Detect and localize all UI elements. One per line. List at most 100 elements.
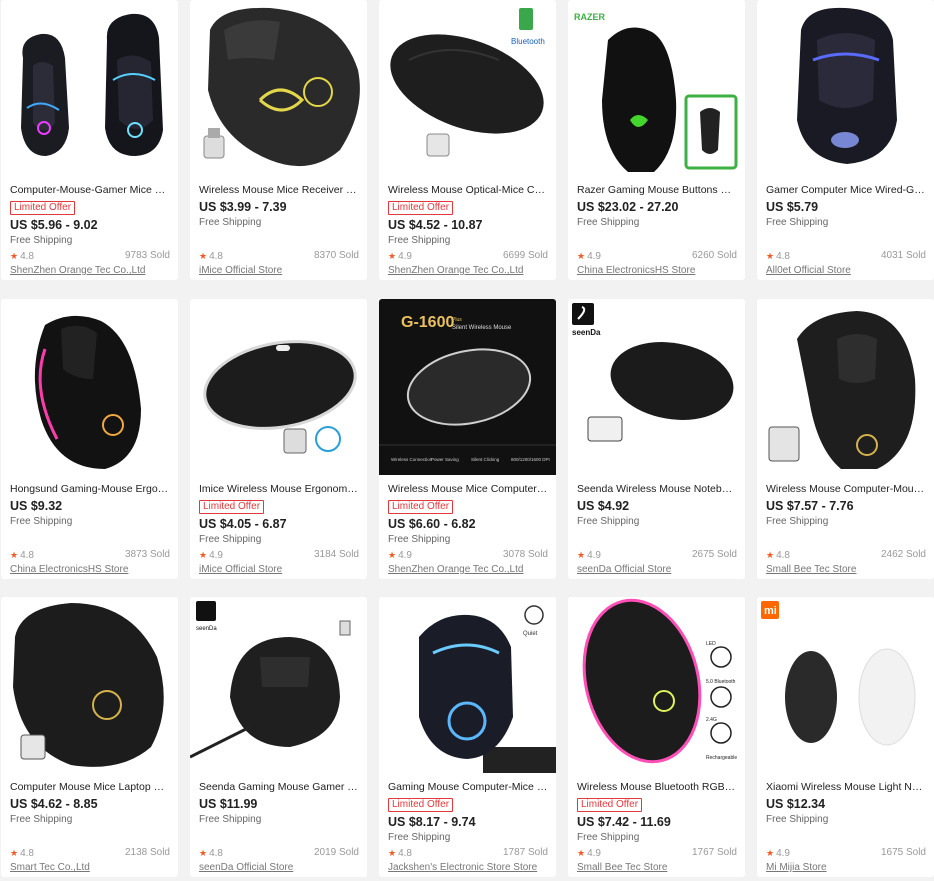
sold-count: 2138 Sold: [124, 847, 170, 858]
product-image[interactable]: Quiet: [379, 597, 556, 773]
product-image[interactable]: [1, 299, 178, 475]
store-link[interactable]: ShenZhen Orange Tec Co.,Ltd: [10, 265, 170, 277]
product-image[interactable]: LED 5.0 Bluetooth 2.4G Rechargeable: [568, 597, 745, 773]
product-image[interactable]: seenDa: [190, 597, 367, 773]
svg-text:Bluetooth: Bluetooth: [511, 37, 545, 46]
rating-value: 4.8: [20, 550, 34, 561]
product-card[interactable]: LED 5.0 Bluetooth 2.4G Rechargeable Wireles…: [568, 597, 745, 877]
product-title[interactable]: Gamer Computer Mice Wired-Gaming: [766, 183, 926, 197]
svg-text:LED: LED: [706, 641, 716, 647]
product-image[interactable]: Bluetooth: [379, 0, 556, 176]
product-card[interactable]: G-1600 Plus Silent Wireless Mouse Wirele…: [379, 299, 556, 579]
product-title[interactable]: Xiaomi Wireless Mouse Light Notebook: [766, 780, 926, 794]
product-image[interactable]: mi: [757, 597, 934, 773]
product-title[interactable]: Wireless Mouse Mice Computer Laptop: [388, 482, 548, 496]
store-link[interactable]: iMice Official Store: [199, 564, 359, 576]
star-icon: ★: [388, 251, 397, 261]
product-price: US $6.60 - 6.82: [388, 517, 476, 531]
rating-value: 4.9: [209, 550, 223, 561]
shipping-info: Free Shipping: [766, 217, 829, 228]
product-card[interactable]: seenDa Seenda Wireless Mouse Notebook Mi…: [568, 299, 745, 579]
product-card[interactable]: Wireless Mouse Mice Receiver Ergonomic U…: [190, 0, 367, 280]
rating: ★ 4.8: [10, 847, 34, 860]
store-link[interactable]: All0et Official Store: [766, 265, 926, 277]
rating: ★ 4.9: [199, 549, 223, 562]
sold-count: 1787 Sold: [502, 847, 548, 858]
store-link[interactable]: China ElectronicsHS Store: [10, 564, 170, 576]
store-link[interactable]: Small Bee Tec Store: [577, 862, 737, 874]
rating: ★ 4.8: [199, 847, 223, 860]
star-icon: ★: [199, 550, 208, 560]
store-link[interactable]: seenDa Official Store: [199, 862, 359, 874]
product-card[interactable]: Hongsund Gaming-Mouse Ergonomic US $9.32…: [1, 299, 178, 579]
svg-text:Silent Wireless Mouse: Silent Wireless Mouse: [452, 325, 512, 331]
store-link[interactable]: ShenZhen Orange Tec Co.,Ltd: [388, 564, 548, 576]
product-title[interactable]: Computer-Mouse-Gamer Mice Ergonomic: [10, 183, 170, 197]
product-title[interactable]: Hongsund Gaming-Mouse Ergonomic: [10, 482, 170, 496]
product-card[interactable]: Quiet Gaming Mouse Computer-Mice Wired L…: [379, 597, 556, 877]
rating-value: 4.8: [209, 251, 223, 262]
product-card[interactable]: Bluetooth Wireless Mouse Optical-Mice Co…: [379, 0, 556, 280]
store-link[interactable]: iMice Official Store: [199, 265, 359, 277]
rating-value: 4.9: [398, 251, 412, 262]
rating: ★ 4.9: [577, 250, 601, 263]
product-image[interactable]: G-1600 Plus Silent Wireless Mouse Wirele…: [379, 299, 556, 475]
product-image[interactable]: RAZER: [568, 0, 745, 176]
product-image[interactable]: [190, 299, 367, 475]
product-price: US $4.05 - 6.87: [199, 517, 287, 531]
rating-value: 4.9: [776, 848, 790, 859]
product-card[interactable]: mi Xiaomi Wireless Mouse Light Notebook …: [757, 597, 934, 877]
sold-count: 2019 Sold: [313, 847, 359, 858]
product-card[interactable]: seenDa Seenda Gaming Mouse Gamer Laptop …: [190, 597, 367, 877]
product-title[interactable]: Razer Gaming Mouse Buttons Mice: [577, 183, 737, 197]
star-icon: ★: [10, 550, 19, 560]
product-title[interactable]: Seenda Wireless Mouse Notebook Mice: [577, 482, 737, 496]
product-image[interactable]: [1, 597, 178, 773]
product-title[interactable]: Seenda Gaming Mouse Gamer Laptop: [199, 780, 359, 794]
product-image[interactable]: [757, 0, 934, 176]
product-image[interactable]: [190, 0, 367, 176]
store-link[interactable]: Jackshen's Electronic Store Store: [388, 862, 548, 874]
store-link[interactable]: seenDa Official Store: [577, 564, 737, 576]
seenda-gaming-mouse-icon: seenDa: [190, 597, 367, 773]
store-link[interactable]: China ElectronicsHS Store: [577, 265, 737, 277]
product-title[interactable]: Computer Mouse Mice Laptop Ghz Wireless: [10, 780, 170, 794]
svg-text:RAZER: RAZER: [574, 12, 605, 22]
svg-text:G-1600: G-1600: [401, 314, 454, 331]
product-title[interactable]: Wireless Mouse Optical-Mice Computer: [388, 183, 548, 197]
store-link[interactable]: Small Bee Tec Store: [766, 564, 926, 576]
product-card[interactable]: RAZER Razer Gaming Mouse Buttons Mice US…: [568, 0, 745, 280]
product-image[interactable]: seenDa: [568, 299, 745, 475]
star-icon: ★: [199, 848, 208, 858]
rating-value: 4.8: [398, 848, 412, 859]
svg-text:Quiet: Quiet: [523, 631, 538, 637]
product-card[interactable]: Wireless Mouse Computer-Mouse-Ergonomic …: [757, 299, 934, 579]
product-image[interactable]: [1, 0, 178, 176]
product-card[interactable]: Computer Mouse Mice Laptop Ghz Wireless …: [1, 597, 178, 877]
store-link[interactable]: ShenZhen Orange Tec Co.,Ltd: [388, 265, 548, 277]
product-title[interactable]: Wireless Mouse Bluetooth RGB Rechargeabl…: [577, 780, 737, 794]
product-title[interactable]: Imice Wireless Mouse Ergonomic Laptop: [199, 482, 359, 496]
product-card[interactable]: Computer-Mouse-Gamer Mice Ergonomic Limi…: [1, 0, 178, 280]
product-title[interactable]: Wireless Mouse Computer-Mouse-Ergonomic: [766, 482, 926, 496]
store-link[interactable]: Smart Tec Co.,Ltd: [10, 862, 170, 874]
rating: ★ 4.8: [10, 250, 34, 263]
product-title[interactable]: Gaming Mouse Computer-Mice Wired: [388, 780, 548, 794]
rating-value: 4.8: [209, 848, 223, 859]
sold-count: 3873 Sold: [124, 549, 170, 560]
product-card[interactable]: Gamer Computer Mice Wired-Gaming US $5.7…: [757, 0, 934, 280]
product-image[interactable]: [757, 299, 934, 475]
razer-mouse-icon: RAZER: [568, 0, 745, 176]
shipping-info: Free Shipping: [766, 814, 829, 825]
rating-value: 4.9: [587, 251, 601, 262]
store-link[interactable]: Mi Mijia Store: [766, 862, 926, 874]
rgb-bluetooth-mouse-icon: LED 5.0 Bluetooth 2.4G Rechargeable: [568, 597, 745, 773]
rating-value: 4.8: [776, 251, 790, 262]
star-icon: ★: [766, 251, 775, 261]
vertical-mouse-icon: [757, 299, 934, 475]
product-card[interactable]: Imice Wireless Mouse Ergonomic Laptop Li…: [190, 299, 367, 579]
svg-text:5.0 Bluetooth: 5.0 Bluetooth: [706, 679, 736, 685]
product-title[interactable]: Wireless Mouse Mice Receiver Ergonomic: [199, 183, 359, 197]
sold-count: 6260 Sold: [691, 250, 737, 261]
product-price: US $12.34: [766, 797, 826, 811]
